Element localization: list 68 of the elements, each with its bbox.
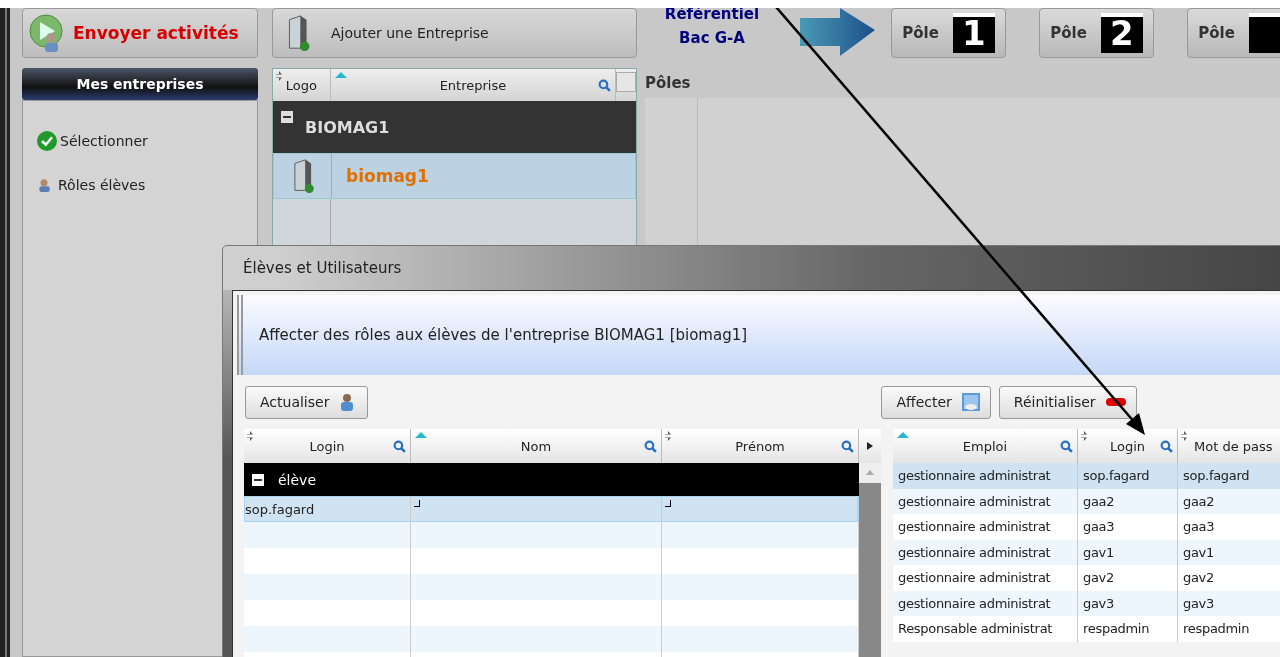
search-icon <box>1060 439 1073 453</box>
right-arrow-icon <box>800 8 876 58</box>
sidebar-item[interactable]: Sélectionner <box>23 119 257 163</box>
table-cell: gestionnaire administrat <box>893 565 1078 591</box>
scrollbar[interactable] <box>859 463 881 657</box>
group-row[interactable]: BIOMAG1 <box>273 101 636 153</box>
collapse-toggle-icon[interactable] <box>252 473 264 486</box>
check-icon <box>37 131 57 151</box>
search-icon <box>393 439 406 453</box>
table-cell: gestionnaire administrat <box>893 463 1078 489</box>
role-row[interactable]: gestionnaire administrat gav1 gav1 <box>893 539 1280 565</box>
add-company-button[interactable]: Ajouter une Entreprise <box>272 8 637 58</box>
table-cell: gaa3 <box>1078 514 1178 540</box>
role-row[interactable]: gestionnaire administrat sop.fagard sop.fagard <box>893 463 1280 489</box>
sort-arrows-icon <box>1081 431 1087 441</box>
pole-button[interactable]: Pôle 2 <box>1039 8 1154 58</box>
table-cell: Responsable administrat <box>893 616 1078 642</box>
student-row[interactable]: sop.fagard <box>244 496 859 522</box>
table-cell: gav2 <box>1078 565 1178 591</box>
role-row[interactable]: gestionnaire administrat gaa2 gaa2 <box>893 488 1280 514</box>
assign-button[interactable]: Affecter <box>881 385 991 419</box>
sort-arrows-icon <box>1181 431 1187 441</box>
pole-number-badge <box>1248 13 1280 53</box>
table-cell: sop.fagard <box>1078 463 1178 489</box>
role-row[interactable]: Responsable administrat respadmin respadmin <box>893 616 1280 642</box>
search-icon <box>644 439 657 453</box>
role-row[interactable]: gestionnaire administrat gaa3 gaa3 <box>893 514 1280 540</box>
group-name: BIOMAG1 <box>305 117 390 137</box>
heading-text: Affecter des rôles aux élèves de l'entreprise BIOMAG1 [biomag1] <box>259 326 748 344</box>
table-cell: respadmin <box>1178 616 1280 642</box>
pole-button[interactable]: Pôle 1 <box>891 8 1006 58</box>
role-row[interactable]: gestionnaire administrat gav2 gav2 <box>893 565 1280 591</box>
collapse-toggle-icon[interactable] <box>281 111 293 123</box>
search-icon <box>1160 439 1173 453</box>
sort-arrow-icon <box>415 432 427 438</box>
user-icon <box>37 178 51 192</box>
picture-icon <box>961 393 980 411</box>
sidebar-title: Mes entreprises <box>22 68 258 100</box>
reset-button[interactable]: Réinitialiser <box>998 385 1137 419</box>
table-cell: gaa3 <box>1178 514 1280 540</box>
table-cell: gestionnaire administrat <box>893 514 1078 540</box>
pole-number: 1 <box>952 13 995 53</box>
referential-label: Bac G-A <box>679 28 745 49</box>
search-icon <box>841 439 854 453</box>
sidebar-item[interactable]: Rôles élèves <box>23 163 257 207</box>
group-name: élève <box>278 471 316 488</box>
table-cell: respadmin <box>1078 616 1178 642</box>
role-row[interactable]: gestionnaire administrat gav3 gav3 <box>893 590 1280 616</box>
pole-number: 2 <box>1100 13 1143 53</box>
sort-arrow-icon <box>334 72 347 78</box>
sort-arrows-icon <box>247 431 253 441</box>
pole-button[interactable]: Pôle <box>1187 8 1280 58</box>
group-row[interactable]: élève <box>244 463 859 496</box>
table-cell: gav2 <box>1178 565 1280 591</box>
sort-arrows-icon <box>276 71 282 81</box>
refresh-button[interactable]: Actualiser <box>245 385 369 419</box>
minus-icon <box>1105 398 1126 406</box>
login-cell: sop.fagard <box>245 497 412 521</box>
poles-title: Pôles <box>645 73 692 94</box>
corner-mark <box>414 500 421 507</box>
table-cell: sop.fagard <box>1178 463 1280 489</box>
dialog-title: Élèves et Utilisateurs <box>243 259 402 277</box>
company-name: biomag1 <box>346 166 429 186</box>
sort-arrows-icon <box>665 431 671 441</box>
scroll-right-icon[interactable] <box>867 442 873 450</box>
search-icon <box>598 78 612 92</box>
sort-arrow-icon <box>897 432 909 438</box>
corner-mark <box>664 500 671 507</box>
